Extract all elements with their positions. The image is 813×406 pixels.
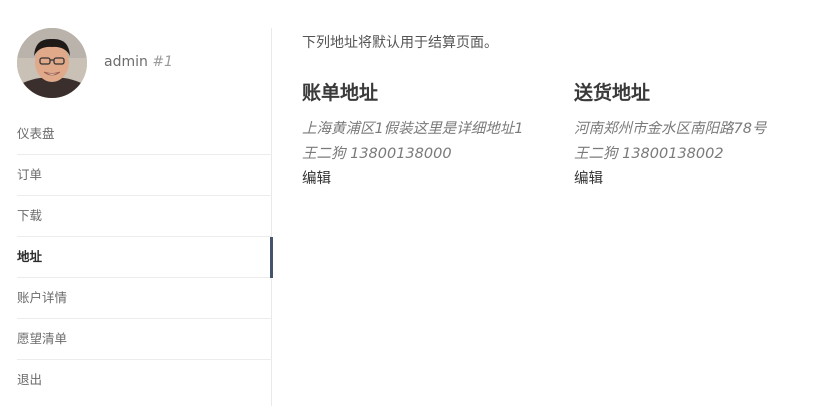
billing-address-section: 账单地址 上海黄浦区1假装这里是详细地址1 王二狗 13800138000 编辑 (302, 78, 552, 192)
billing-name-phone: 王二狗 13800138000 (302, 146, 452, 162)
user-profile: admin #1 (17, 28, 271, 114)
billing-address-line: 上海黄浦区1假装这里是详细地址1 (302, 121, 524, 137)
billing-address-title: 账单地址 (302, 82, 379, 104)
shipping-address-section: 送货地址 河南郑州市金水区南阳路78号 王二狗 13800138002 编辑 (574, 78, 813, 192)
nav-item-addresses[interactable]: 地址 (17, 237, 273, 278)
account-nav: 仪表盘 订单 下载 地址 账户详情 愿望清单 退出 (17, 114, 273, 401)
account-page: admin #1 仪表盘 订单 下载 地址 账户详情 愿望清单 退出 下列地址将… (0, 0, 813, 406)
username-display: admin #1 (104, 54, 173, 70)
addresses-intro: 下列地址将默认用于结算页面。 (302, 35, 498, 51)
edit-shipping-address-link[interactable]: 编辑 (574, 167, 813, 192)
nav-item-logout[interactable]: 退出 (17, 360, 272, 401)
account-sidebar: admin #1 仪表盘 订单 下载 地址 账户详情 愿望清单 退出 (17, 28, 273, 406)
nav-item-account-details[interactable]: 账户详情 (17, 278, 272, 319)
nav-item-orders[interactable]: 订单 (17, 155, 272, 196)
username: admin (104, 54, 148, 70)
shipping-address-line: 河南郑州市金水区南阳路78号 (574, 121, 767, 137)
nav-item-dashboard[interactable]: 仪表盘 (17, 114, 272, 155)
edit-billing-address-link[interactable]: 编辑 (302, 167, 552, 192)
addresses-content: 下列地址将默认用于结算页面。 账单地址 上海黄浦区1假装这里是详细地址1 王二狗… (302, 32, 802, 187)
nav-item-wishlist[interactable]: 愿望清单 (17, 319, 272, 360)
avatar[interactable] (17, 28, 87, 98)
user-id: #1 (152, 54, 173, 70)
shipping-address-title: 送货地址 (574, 82, 651, 104)
nav-item-downloads[interactable]: 下载 (17, 196, 272, 237)
shipping-name-phone: 王二狗 13800138002 (574, 146, 724, 162)
avatar-image (17, 28, 87, 98)
